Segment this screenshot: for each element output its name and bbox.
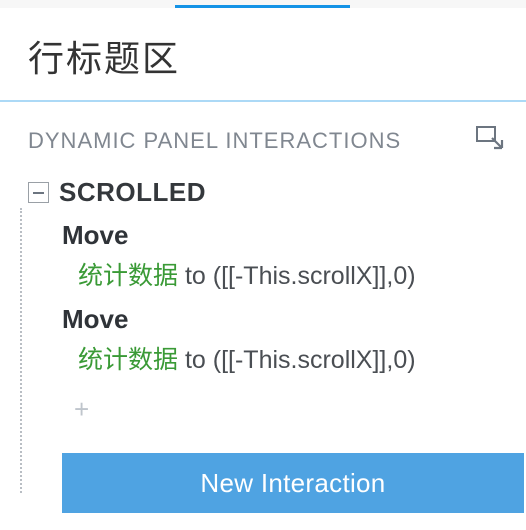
action-item[interactable]: Move 统计数据 to ([[-This.scrollX]],0): [62, 220, 504, 294]
new-interaction-button[interactable]: New Interaction: [62, 453, 524, 513]
top-tab-strip: [0, 0, 526, 8]
tree-guide-line: [20, 208, 22, 493]
action-target: 统计数据: [78, 346, 178, 374]
active-tab-indicator: [175, 5, 350, 8]
new-interaction-label: New Interaction: [200, 468, 385, 499]
action-item[interactable]: Move 统计数据 to ([[-This.scrollX]],0): [62, 304, 504, 378]
interactions-section: DYNAMIC PANEL INTERACTIONS SCROLLED Move…: [0, 102, 526, 513]
add-action-button[interactable]: +: [74, 394, 504, 425]
actions-list: Move 统计数据 to ([[-This.scrollX]],0) Move …: [62, 220, 504, 513]
action-expression: to ([[-This.scrollX]],0): [178, 262, 416, 290]
page-title: 行标题区: [28, 30, 498, 82]
event-row[interactable]: SCROLLED: [28, 177, 504, 208]
action-label: Move: [62, 220, 504, 251]
action-target: 统计数据: [78, 262, 178, 290]
title-row: 行标题区: [0, 8, 526, 100]
minus-icon: [33, 192, 44, 194]
event-name: SCROLLED: [59, 177, 206, 208]
action-label: Move: [62, 304, 504, 335]
action-detail: 统计数据 to ([[-This.scrollX]],0): [78, 259, 504, 294]
section-header: DYNAMIC PANEL INTERACTIONS: [28, 126, 504, 155]
action-detail: 统计数据 to ([[-This.scrollX]],0): [78, 343, 504, 378]
create-link-icon[interactable]: [476, 126, 504, 155]
plus-icon: +: [74, 394, 89, 424]
section-title: DYNAMIC PANEL INTERACTIONS: [28, 128, 401, 154]
action-expression: to ([[-This.scrollX]],0): [178, 346, 416, 374]
collapse-toggle-icon[interactable]: [28, 182, 49, 203]
